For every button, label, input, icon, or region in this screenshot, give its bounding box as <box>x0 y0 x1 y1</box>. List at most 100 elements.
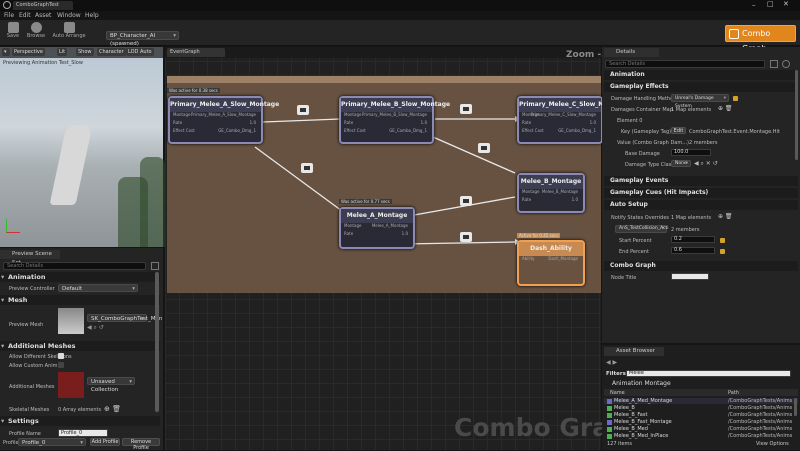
asset-search-input[interactable]: Melee <box>626 370 791 377</box>
node-title-input[interactable] <box>671 273 709 280</box>
view-grid-icon[interactable] <box>151 262 159 270</box>
asset-scrollbar[interactable] <box>794 398 797 416</box>
section-gameplay-cues[interactable]: Gameplay Cues (Hit Impacts) <box>604 188 798 198</box>
viewport-options-button[interactable]: ▾ <box>2 48 10 56</box>
section-gameplay-events[interactable]: Gameplay Events <box>604 176 798 186</box>
allow-different-skeletons-checkbox[interactable] <box>58 353 64 359</box>
browse-arrow-icon[interactable]: ◀ ⌕ ↺ <box>87 324 104 332</box>
list-item[interactable]: Melee_B_Med/ComboGraphTests/Anims <box>604 426 798 432</box>
start-percent-input[interactable]: 0.2 <box>671 236 715 243</box>
profile-name-input[interactable]: Profile_0 <box>58 429 108 437</box>
node-melee-a[interactable]: Melee_A_Montage Montage Melee_A_Montage R… <box>339 207 415 249</box>
list-item[interactable]: Melee_B_Fast/ComboGraphTests/Anims <box>604 412 798 418</box>
column-name[interactable]: Name <box>610 390 625 396</box>
transition-icon[interactable] <box>460 232 472 242</box>
add-element-icon[interactable]: ⊕ 🗑 <box>718 105 733 112</box>
viewport-toolbar: ▾ Perspective Lit Show Character LOD Aut… <box>0 47 163 58</box>
visibility-icon[interactable] <box>782 60 790 68</box>
section-mesh[interactable]: Mesh <box>0 295 160 305</box>
debug-object-select[interactable]: BP_Character_AI (spawned) <box>106 31 179 47</box>
menu-window[interactable]: Window <box>57 12 81 19</box>
details-scrollbar[interactable] <box>795 70 798 160</box>
menu-edit[interactable]: Edit <box>19 12 31 19</box>
view-options-button[interactable]: View Options <box>756 441 789 447</box>
perspective-button[interactable]: Perspective <box>12 48 45 56</box>
browse-arrow-icon[interactable]: ◀ ⌕ ✕ ↺ <box>694 160 718 168</box>
view-options-icon[interactable] <box>770 60 778 68</box>
node-dash-ability[interactable]: Dash_Ability Ability Dash_Montage <box>517 240 585 286</box>
panel-scrollbar[interactable] <box>155 272 159 412</box>
node-primary-melee-a[interactable]: Primary_Melee_A_Slow_Montage Montage Prim… <box>168 96 279 144</box>
preview-search-input[interactable]: Search Details <box>3 262 146 270</box>
profile-select[interactable]: Profile_0 <box>18 438 86 447</box>
node-primary-melee-c[interactable]: Primary_Melee_C_Slow_Montage Montage Prim… <box>517 96 628 144</box>
add-element-icon[interactable]: ⊕ 🗑 <box>718 213 733 220</box>
filters-label[interactable]: Filters <box>606 371 626 377</box>
damage-type-select[interactable]: None <box>671 160 691 167</box>
transition-icon[interactable] <box>460 104 472 114</box>
section-gameplay-effects[interactable]: Gameplay Effects <box>604 82 798 92</box>
close-icon[interactable]: ✕ <box>783 0 789 8</box>
section-animation[interactable]: Animation <box>0 272 160 282</box>
minimize-icon[interactable]: – <box>752 1 756 9</box>
additional-meshes-select[interactable]: Unsaved Collection <box>87 377 135 393</box>
damage-method-select[interactable]: Unreal's Damage System <box>671 94 729 109</box>
reset-icon[interactable] <box>720 249 725 254</box>
node-title-label: Node Title <box>611 275 637 281</box>
menu-file[interactable]: File <box>4 12 14 19</box>
list-item[interactable]: Melee_B_Fast_Montage/ComboGraphTests/Ani… <box>604 419 798 425</box>
add-profile-button[interactable]: Add Profile <box>90 438 120 446</box>
lit-button[interactable]: Lit <box>57 48 68 56</box>
details-search-input[interactable]: Search Details <box>605 60 765 68</box>
notify-key-select[interactable]: AnS_TestCollision_Acti <box>615 225 668 233</box>
tab-asset-browser[interactable]: Asset Browser <box>604 347 664 356</box>
transition-icon[interactable] <box>301 163 313 173</box>
skeletal-meshes-value: 0 Array elements <box>58 407 102 413</box>
asset-count: 127 items <box>607 441 633 447</box>
asset-tab[interactable]: ComboGraphTest <box>13 1 73 10</box>
tab-preview-scene[interactable]: Preview Scene Set <box>0 250 60 266</box>
list-item[interactable]: Melee_A_Med_Montage/ComboGraphTests/Anim… <box>604 398 798 404</box>
auto-arrange-button[interactable]: Auto Arrange <box>52 22 86 44</box>
lod-button[interactable]: LOD Auto <box>126 48 154 56</box>
preview-controller-select[interactable]: Default <box>58 284 138 293</box>
tab-details[interactable]: Details <box>604 48 659 57</box>
section-animation[interactable]: Animation <box>604 70 798 80</box>
list-item[interactable]: Melee_B/ComboGraphTests/Anims <box>604 405 798 411</box>
remove-profile-button[interactable]: Remove Profile <box>122 438 160 451</box>
transition-icon[interactable] <box>460 196 472 206</box>
reset-icon[interactable] <box>720 238 725 243</box>
transition-icon[interactable] <box>297 105 309 115</box>
reset-icon[interactable] <box>733 96 738 101</box>
edit-tag-button[interactable]: Edit <box>671 127 686 134</box>
value-label: Value (Combo Graph Dam...) <box>617 140 689 146</box>
show-button[interactable]: Show <box>76 48 94 56</box>
column-path[interactable]: Path <box>728 390 739 396</box>
allow-custom-animbp-checkbox[interactable] <box>58 362 64 368</box>
preview-mesh-select[interactable]: SK_ComboGraphTest_Man <box>87 314 162 323</box>
node-melee-b[interactable]: Melee_B_Montage Montage Melee_B_Montage R… <box>517 173 585 213</box>
mesh-thumbnail[interactable] <box>58 308 84 334</box>
collection-thumbnail[interactable] <box>58 372 84 398</box>
end-percent-input[interactable]: 0.6 <box>671 247 715 254</box>
section-auto-setup[interactable]: Auto Setup <box>604 200 798 210</box>
character-button[interactable]: Character <box>97 48 126 56</box>
combo-graph-button[interactable]: Combo Graph <box>725 25 796 53</box>
transition-icon[interactable] <box>478 143 490 153</box>
preview-viewport[interactable] <box>0 47 165 247</box>
preview-controller-label: Preview Controller <box>9 286 55 292</box>
section-additional-meshes[interactable]: Additional Meshes <box>0 341 160 351</box>
section-settings[interactable]: Settings <box>0 416 160 426</box>
add-element-icon[interactable]: ⊕ 🗑 <box>104 405 121 413</box>
base-damage-input[interactable]: 100.0 <box>671 149 711 156</box>
menu-help[interactable]: Help <box>85 12 99 19</box>
section-combo-graph[interactable]: Combo Graph <box>604 261 798 271</box>
save-button[interactable]: Save <box>1 22 25 44</box>
menu-asset[interactable]: Asset <box>35 12 51 19</box>
list-item[interactable]: Melee_B_Med_InPlace/ComboGraphTests/Anim… <box>604 433 798 439</box>
key-label: Key (Gameplay Tag) <box>621 129 672 135</box>
node-primary-melee-b[interactable]: Primary_Melee_B_Slow_Montage Montage Prim… <box>339 96 450 144</box>
maximize-icon[interactable]: □ <box>767 0 774 8</box>
browse-button[interactable]: Browse <box>24 22 48 44</box>
nav-arrows-icon[interactable]: ◀ ▶ <box>606 359 617 366</box>
